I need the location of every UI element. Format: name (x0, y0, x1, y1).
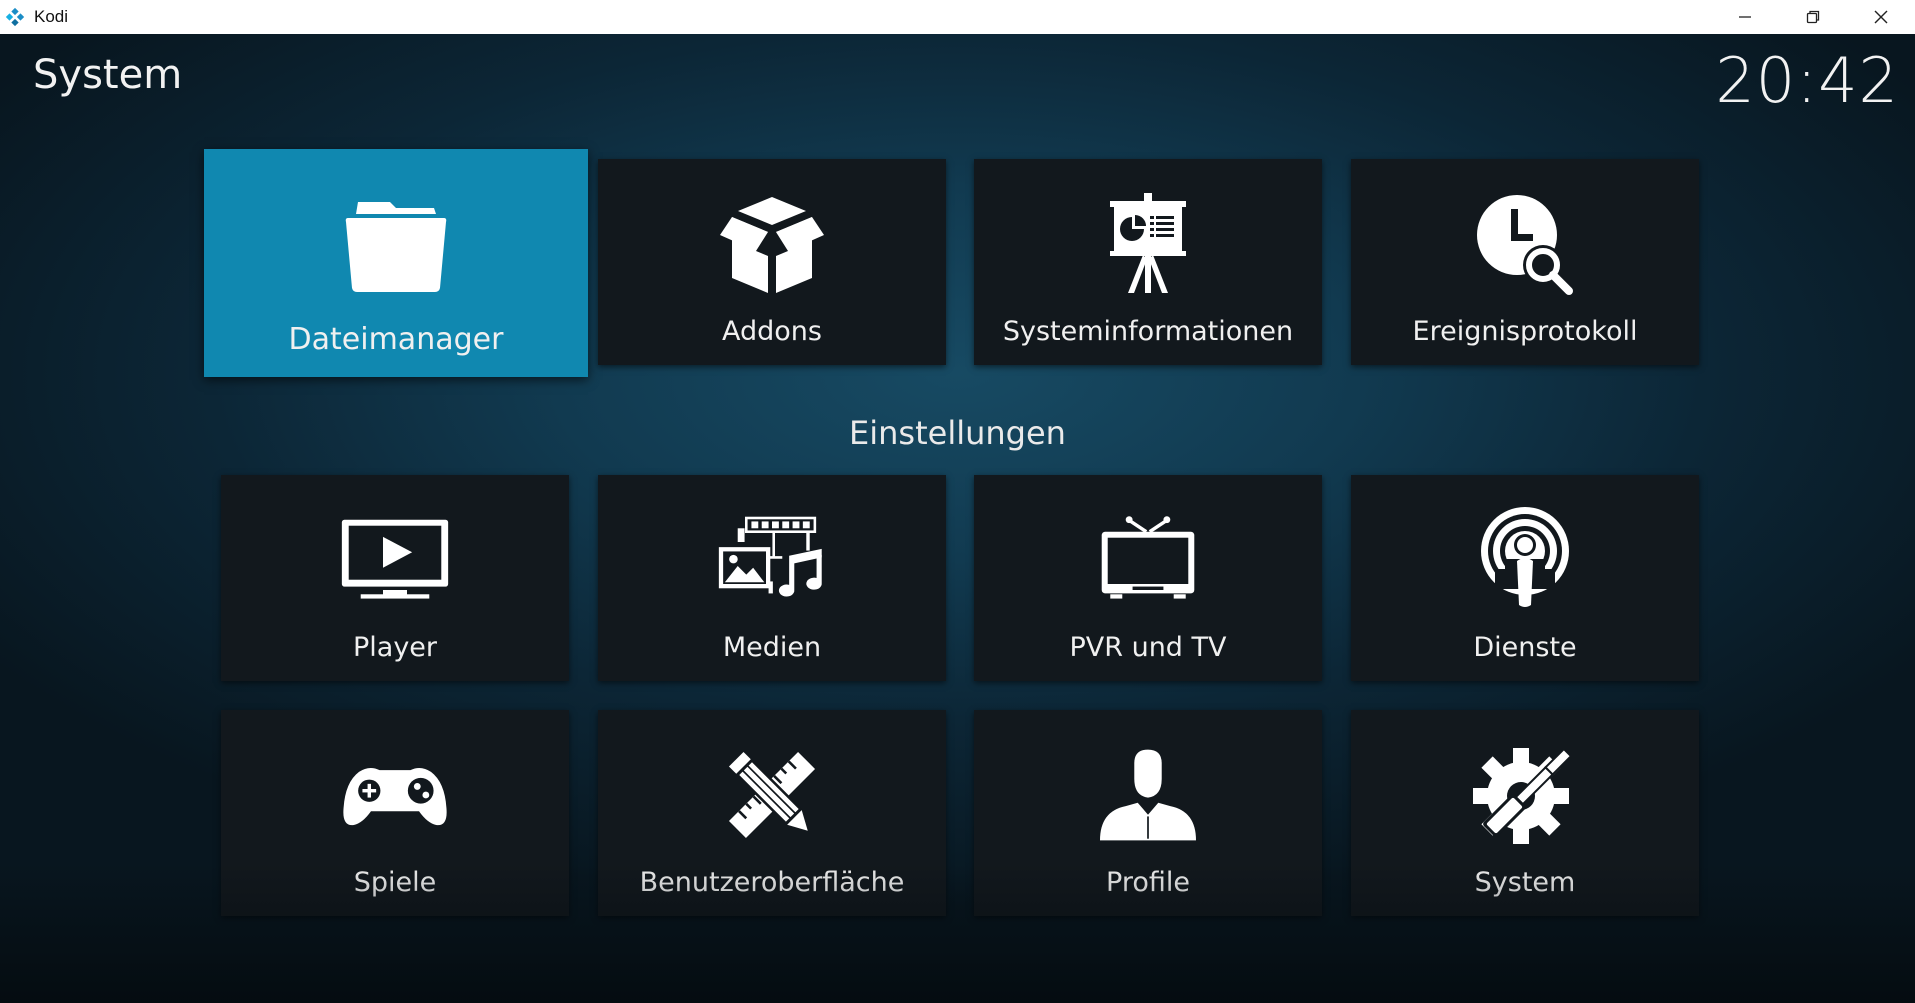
tv-icon (1101, 516, 1195, 599)
tile-label: System (1474, 867, 1576, 898)
tile-label: Benutzeroberfläche (639, 867, 905, 898)
window-title: Kodi (34, 7, 69, 26)
tile-spiele[interactable]: Spiele (221, 710, 569, 916)
kodi-logo-icon (5, 7, 25, 27)
restore-icon (1806, 10, 1820, 24)
tile-pvr-und-tv[interactable]: PVR und TV (974, 475, 1322, 681)
tile-label: Player (352, 632, 438, 663)
tile-label: Medien (722, 632, 822, 663)
tile-label: Dateimanager (288, 322, 504, 357)
clock-search-icon (1477, 195, 1573, 295)
minimize-icon (1739, 16, 1751, 18)
tile-system[interactable]: System (1351, 710, 1699, 916)
tile-systeminformationen[interactable]: Systeminformationen (974, 159, 1322, 365)
tile-dateimanager[interactable]: Dateimanager (204, 149, 588, 377)
tile-addons[interactable]: Addons (598, 159, 946, 365)
tile-profile[interactable]: Profile (974, 710, 1322, 916)
close-button[interactable] (1847, 0, 1915, 34)
tile-label: Systeminformationen (1002, 316, 1294, 347)
gamepad-icon (343, 767, 447, 826)
media-icon (718, 516, 822, 597)
close-icon (1874, 10, 1888, 24)
page-title: System (33, 52, 183, 98)
folder-icon (345, 202, 447, 292)
user-icon (1100, 749, 1196, 841)
tile-label: PVR und TV (1069, 632, 1227, 663)
tile-label: Addons (722, 316, 822, 347)
restore-button[interactable] (1779, 0, 1847, 34)
window-titlebar: Kodi (0, 0, 1915, 35)
clock: 20:42 (1715, 44, 1899, 117)
tile-player[interactable]: Player (221, 475, 569, 681)
tile-label: Ereignisprotokoll (1412, 316, 1638, 347)
tile-label: Profile (1106, 867, 1190, 898)
box-icon (720, 197, 824, 293)
window-controls (1711, 0, 1915, 34)
gear-wrench-icon (1473, 747, 1573, 844)
pencil-ruler-icon (728, 751, 816, 839)
monitor-play-icon (341, 519, 449, 599)
minimize-button[interactable] (1711, 0, 1779, 34)
tile-benutzeroberflaeche[interactable]: Benutzeroberfläche (598, 710, 946, 916)
tile-label: Spiele (353, 867, 437, 898)
settings-section-title: Einstellungen (849, 414, 1066, 452)
tile-dienste[interactable]: Dienste (1351, 475, 1699, 681)
kodi-main-area: System 20:42 Dateimanager Addons Systemi… (0, 34, 1915, 1003)
tile-ereignisprotokoll[interactable]: Ereignisprotokoll (1351, 159, 1699, 365)
presentation-icon (1110, 193, 1186, 293)
tile-medien[interactable]: Medien (598, 475, 946, 681)
tile-label: Dienste (1473, 632, 1577, 663)
podcast-icon (1481, 507, 1569, 607)
